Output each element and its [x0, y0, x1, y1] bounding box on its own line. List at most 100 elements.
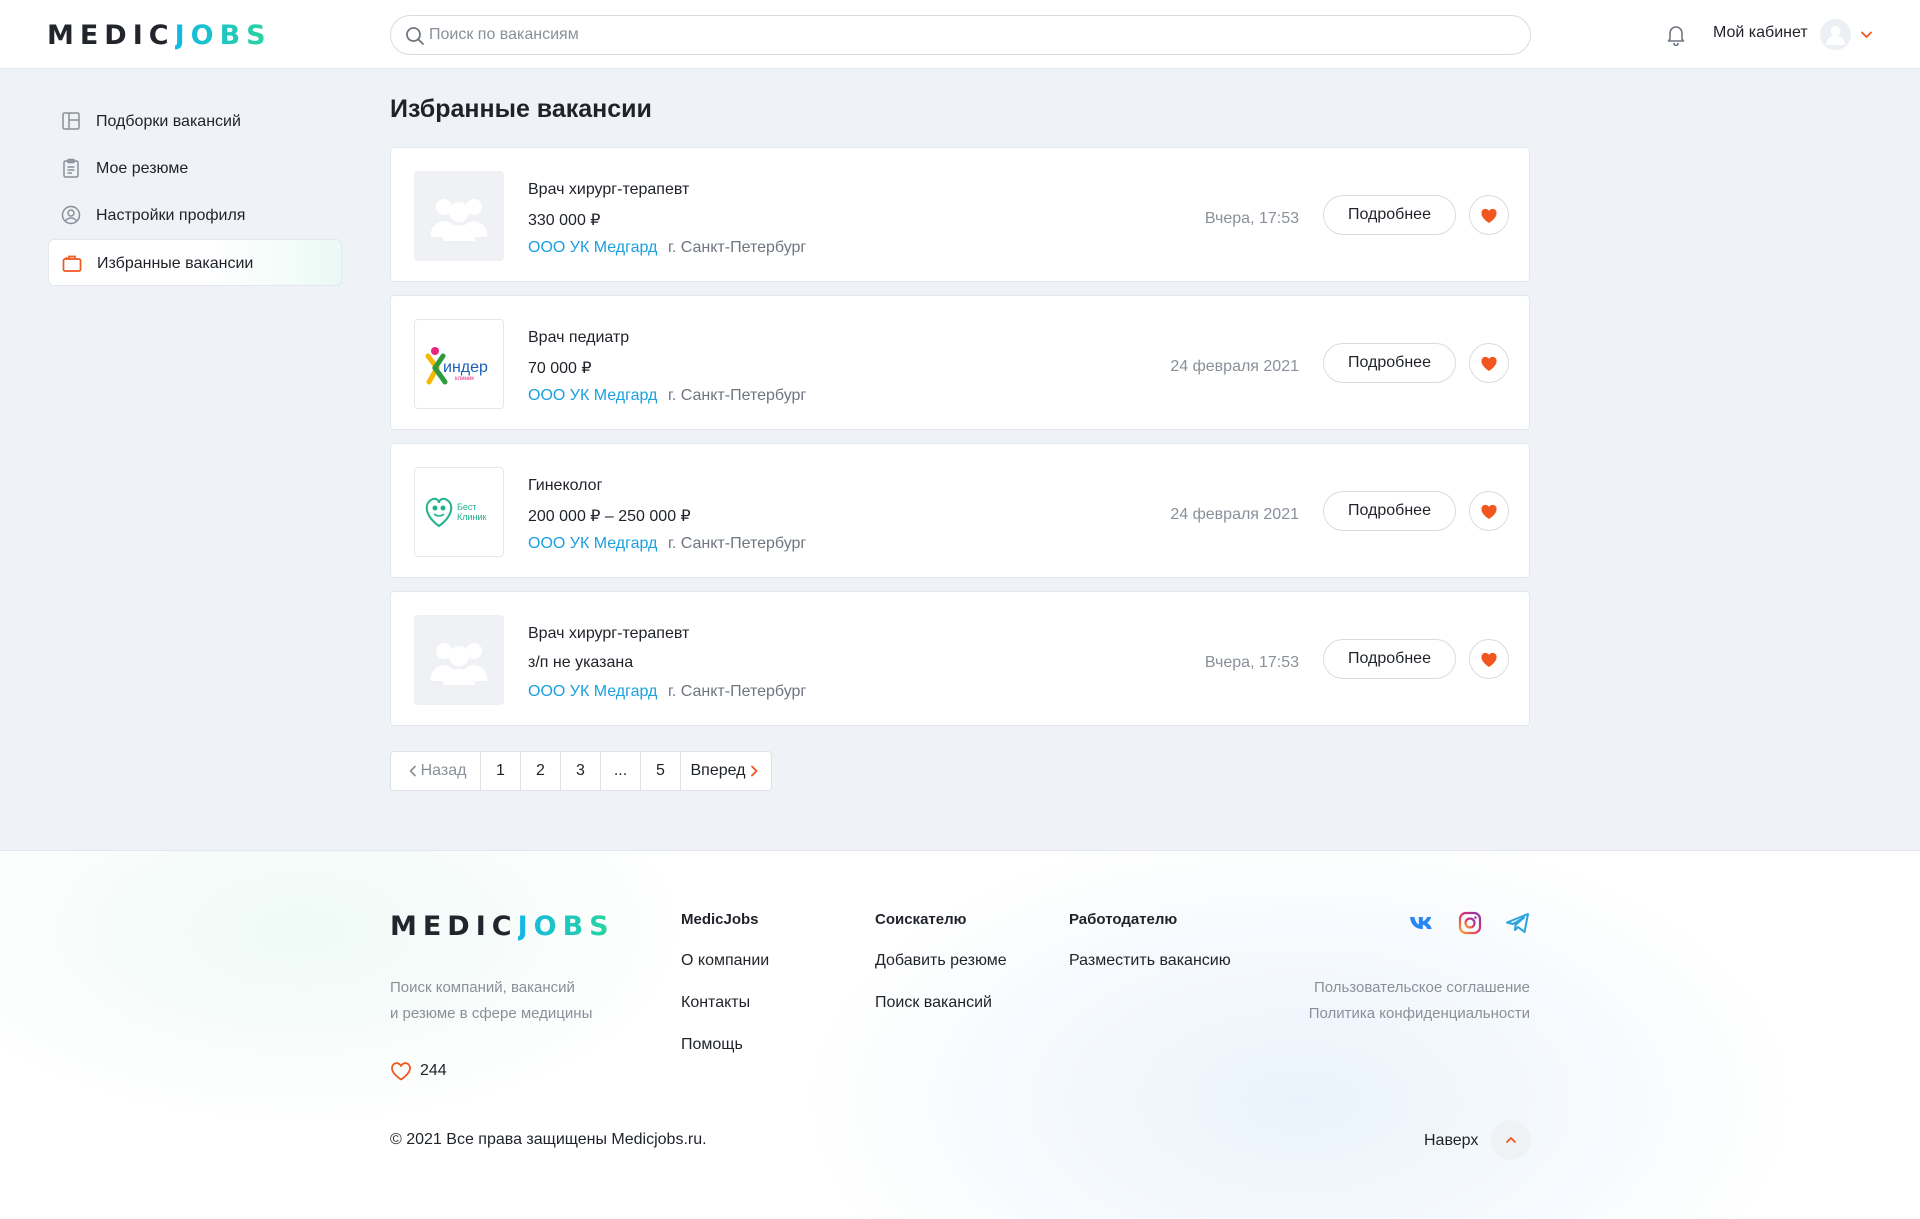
vacancy-card[interactable]: Бест Клиник Гинеколог 200 000 ₽ – 250 00… — [390, 443, 1530, 578]
company-logo-placeholder — [414, 615, 504, 705]
telegram-icon[interactable] — [1504, 909, 1532, 937]
vacancy-title[interactable]: Врач хирург-терапевт — [528, 181, 689, 199]
details-button[interactable]: Подробнее — [1323, 343, 1456, 383]
users-icon — [430, 199, 488, 241]
best-klinik-logo: Бест Клиник — [425, 497, 487, 528]
company-link[interactable]: ООО УК Медгард — [528, 535, 657, 553]
pagination-page[interactable]: 5 — [641, 752, 681, 790]
favorite-button[interactable] — [1469, 639, 1509, 679]
vacancy-city: г. Санкт-Петербург — [668, 683, 807, 700]
favorite-button[interactable] — [1469, 195, 1509, 235]
likes-count: 244 — [420, 1062, 447, 1079]
company-link[interactable]: ООО УК Медгард — [528, 683, 657, 701]
footer-link[interactable]: Добавить резюме — [875, 952, 1007, 994]
vacancy-title[interactable]: Гинеколог — [528, 477, 602, 495]
likes-counter[interactable]: 244 — [390, 1061, 447, 1081]
instagram-icon[interactable] — [1456, 909, 1484, 937]
vacancy-date: Вчера, 17:53 — [1204, 654, 1299, 671]
pagination-page[interactable]: 1 — [481, 752, 521, 790]
vacancy-date: 24 февраля 2021 — [1170, 358, 1299, 375]
pagination-page[interactable]: 2 — [521, 752, 561, 790]
favorite-button[interactable] — [1469, 343, 1509, 383]
vacancy-card[interactable]: индер клиник Врач педиатр 70 000 ₽ ООО У… — [390, 295, 1530, 430]
details-button[interactable]: Подробнее — [1323, 639, 1456, 679]
svg-text:клиник: клиник — [455, 376, 474, 382]
pagination-next[interactable]: Вперед — [681, 752, 771, 790]
sidebar-item-resume[interactable]: Мое резюме — [48, 145, 342, 192]
company-link[interactable]: ООО УК Медгард — [528, 387, 657, 405]
vacancy-city: г. Санкт-Петербург — [668, 387, 807, 404]
user-agreement-link[interactable]: Пользовательское соглашение — [1309, 975, 1530, 1001]
company-logo: Бест Клиник — [414, 467, 504, 557]
sidebar-nav: Подборки вакансий Мое резюме Настройки п… — [48, 98, 342, 286]
sidebar-item-label: Подборки вакансий — [96, 113, 241, 130]
footer-link[interactable]: Контакты — [681, 994, 769, 1036]
site-logo[interactable]: MEDICJOBS — [47, 22, 272, 49]
legal-links: Пользовательское соглашение Политика кон… — [1309, 975, 1530, 1027]
heart-icon — [1481, 208, 1497, 223]
to-top-button[interactable] — [1491, 1120, 1531, 1160]
pagination-back[interactable]: Назад — [391, 752, 481, 790]
users-icon — [430, 643, 488, 685]
sidebar-item-label: Мое резюме — [96, 160, 189, 177]
sidebar-item-label: Избранные вакансии — [97, 255, 254, 272]
heart-icon — [1481, 356, 1497, 371]
vacancy-date: 24 февраля 2021 — [1170, 506, 1299, 523]
footer-column-heading: MedicJobs — [681, 911, 759, 928]
search-bar — [390, 15, 1531, 55]
footer-link[interactable]: Помощь — [681, 1036, 769, 1078]
to-top-label[interactable]: Наверх — [1424, 1132, 1478, 1150]
user-circle-icon — [61, 205, 81, 225]
vacancy-date: Вчера, 17:53 — [1204, 210, 1299, 227]
vacancy-salary: 200 000 ₽ – 250 000 ₽ — [528, 508, 691, 525]
pagination: Назад 1 2 3 ... 5 Вперед — [390, 751, 772, 791]
svg-text:Бест: Бест — [457, 502, 477, 512]
clipboard-icon — [63, 158, 79, 178]
favorite-button[interactable] — [1469, 491, 1509, 531]
bell-icon[interactable] — [1666, 24, 1686, 46]
footer-column-medicjobs: MedicJobs О компании Контакты Помощь — [681, 911, 769, 1078]
details-button[interactable]: Подробнее — [1323, 195, 1456, 235]
privacy-policy-link[interactable]: Политика конфиденциальности — [1309, 1001, 1530, 1027]
vacancy-salary: 70 000 ₽ — [528, 360, 592, 377]
layout-icon — [62, 112, 80, 130]
footer-link[interactable]: Поиск вакансий — [875, 994, 1007, 1036]
search-input[interactable] — [429, 16, 1509, 54]
vacancy-card[interactable]: Врач хирург-терапевт 330 000 ₽ ООО УК Ме… — [390, 147, 1530, 282]
details-button[interactable]: Подробнее — [1323, 491, 1456, 531]
vacancy-title[interactable]: Врач хирург-терапевт — [528, 625, 689, 643]
sidebar-item-profile-settings[interactable]: Настройки профиля — [48, 192, 342, 239]
company-logo-placeholder — [414, 171, 504, 261]
avatar[interactable] — [1820, 19, 1851, 50]
sidebar-item-favorites[interactable]: Избранные вакансии — [48, 239, 342, 286]
svg-text:индер: индер — [443, 359, 488, 376]
kinder-klinik-logo: индер клиник — [425, 347, 488, 385]
vk-icon[interactable] — [1408, 909, 1436, 937]
footer-column-jobseeker: Соискателю Добавить резюме Поиск ваканси… — [875, 911, 1007, 1036]
company-link[interactable]: ООО УК Медгард — [528, 239, 657, 257]
pagination-back-label: Назад — [420, 762, 467, 779]
footer-column-heading: Работодателю — [1069, 911, 1178, 928]
copyright: © 2021 Все права защищены Medicjobs.ru. — [390, 1131, 707, 1148]
chevron-left-icon — [409, 765, 416, 777]
briefcase-icon — [62, 255, 82, 272]
vacancy-card[interactable]: Врач хирург-терапевт з/п не указана ООО … — [390, 591, 1530, 726]
footer-link[interactable]: О компании — [681, 952, 769, 994]
vacancy-title[interactable]: Врач педиатр — [528, 329, 629, 347]
pagination-page[interactable]: 3 — [561, 752, 601, 790]
footer-logo[interactable]: MEDICJOBS — [390, 913, 615, 940]
top-header: MEDICJOBS Мой кабинет — [0, 0, 1920, 69]
sidebar-item-collections[interactable]: Подборки вакансий — [48, 98, 342, 145]
chevron-up-icon — [1506, 1137, 1516, 1143]
vacancy-salary: 330 000 ₽ — [528, 212, 601, 229]
company-logo: индер клиник — [414, 319, 504, 409]
chevron-down-icon[interactable] — [1860, 28, 1873, 41]
footer-link[interactable]: Разместить вакансию — [1069, 952, 1231, 994]
svg-text:Клиник: Клиник — [457, 512, 487, 522]
page-title: Избранные вакансии — [390, 95, 652, 123]
footer-column-heading: Соискателю — [875, 911, 967, 928]
footer-description: Поиск компаний, вакансий и резюме в сфер… — [390, 979, 593, 1022]
cabinet-link[interactable]: Мой кабинет — [1713, 24, 1808, 42]
sidebar-item-label: Настройки профиля — [96, 207, 246, 224]
heart-icon — [1481, 652, 1497, 667]
